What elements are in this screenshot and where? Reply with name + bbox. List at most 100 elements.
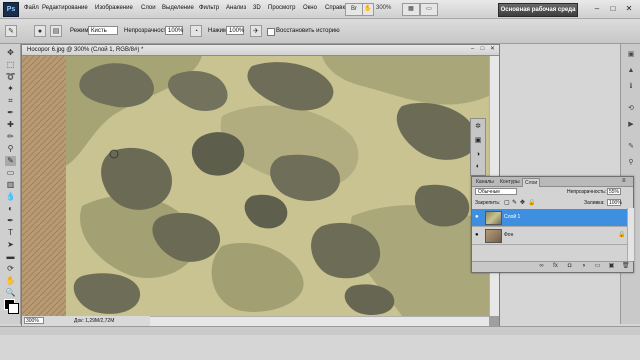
opacity-field[interactable]: 100% <box>165 26 183 35</box>
delete-layer-icon[interactable]: 🗑 <box>622 263 630 270</box>
layer-name[interactable]: Фон <box>504 232 513 238</box>
menu-filter[interactable]: Фильтр <box>199 5 219 11</box>
tab-layers[interactable]: Слои <box>522 178 541 187</box>
brightness-icon[interactable]: ✲ <box>474 123 482 131</box>
maximize-icon[interactable]: □ <box>606 3 620 15</box>
fill-field[interactable]: 100% <box>607 199 622 206</box>
minimize-icon[interactable]: – <box>590 3 604 15</box>
tab-channels[interactable]: Каналы <box>474 178 496 186</box>
toolbox: ✥ ⬚ ➰ ✦ ⌗ ✒ ✚ ✏ ⚲ ✎ ▭ ▥ 💧 ◐ ✒ T ➤ ▬ ⟳ ✋ … <box>0 44 21 324</box>
brush-tool-icon[interactable]: ✏ <box>5 132 16 142</box>
path-select-tool-icon[interactable]: ➤ <box>5 240 16 250</box>
marquee-tool-icon[interactable]: ⬚ <box>5 60 16 70</box>
3d-rotate-tool-icon[interactable]: ⟳ <box>5 264 16 274</box>
menu-edit[interactable]: Редактирование <box>42 5 88 11</box>
visibility-eye-icon[interactable]: ● <box>475 232 481 238</box>
visibility-eye-icon[interactable]: ● <box>475 214 481 220</box>
clone-source-icon[interactable]: ⚲ <box>626 158 636 168</box>
link-layers-icon[interactable]: ∞ <box>538 263 545 270</box>
layer-name[interactable]: Слой 1 <box>504 214 520 220</box>
eraser-tool-icon[interactable]: ▭ <box>5 168 16 178</box>
bottom-bar <box>0 326 640 335</box>
clone-stamp-tool-icon[interactable]: ⚲ <box>5 144 16 154</box>
close-icon[interactable]: ✕ <box>622 3 636 15</box>
history-brush-tool-icon[interactable]: ✎ <box>5 25 17 37</box>
layers-footer: ∞ fx ◘ ◑ ▭ ▣ 🗑 <box>472 261 633 272</box>
launch-bridge-button[interactable]: Br <box>345 3 363 16</box>
gradient-tool-icon[interactable]: ▥ <box>5 180 16 190</box>
actions-icon[interactable]: ▶ <box>626 120 636 130</box>
move-tool-icon[interactable]: ✥ <box>5 48 16 58</box>
zoom-tool-icon[interactable]: 🔍 <box>5 288 16 298</box>
layer-opacity-field[interactable]: 55% <box>607 188 621 195</box>
document-size-info[interactable]: Док: 1,29M/2,72M <box>74 316 114 326</box>
menu-window[interactable]: Окно <box>303 5 317 11</box>
adjustment-layer-icon[interactable]: ◑ <box>580 263 587 270</box>
panel-menu-icon[interactable]: ≡ <box>622 178 626 184</box>
tab-paths[interactable]: Контуры <box>498 178 522 186</box>
menu-view[interactable]: Просмотр <box>268 5 295 11</box>
status-bar: 300% Док: 1,29M/2,72M <box>22 316 150 326</box>
options-bar: ✎ ● ▤ Режим: Кисть Непрозрачность: 100% … <box>0 19 640 44</box>
doc-minimize-icon[interactable]: – <box>468 45 477 54</box>
mode-select[interactable]: Кисть <box>88 26 118 35</box>
blur-tool-icon[interactable]: 💧 <box>5 192 16 202</box>
dodge-tool-icon[interactable]: ◐ <box>5 204 16 214</box>
healing-brush-tool-icon[interactable]: ✚ <box>5 120 16 130</box>
info-icon[interactable]: ℹ <box>626 82 636 92</box>
screen-mode-icon[interactable]: ▭ <box>420 3 438 16</box>
airbrush-icon[interactable]: ✈ <box>250 25 262 37</box>
brush-preset-icon[interactable]: ● <box>34 25 46 37</box>
pen-tool-icon[interactable]: ✒ <box>5 216 16 226</box>
layer-thumbnail <box>485 211 502 225</box>
image-canvas[interactable] <box>22 56 489 316</box>
menu-layers[interactable]: Слои <box>141 5 156 11</box>
layers-scrollbar[interactable] <box>627 208 634 261</box>
new-layer-icon[interactable]: ▣ <box>608 263 615 270</box>
crop-tool-icon[interactable]: ⌗ <box>5 96 16 106</box>
arrange-documents-icon[interactable]: ▦ <box>402 3 420 16</box>
hand-view-icon[interactable]: ✋ <box>362 3 374 16</box>
menu-3d[interactable]: 3D <box>253 5 261 11</box>
lasso-tool-icon[interactable]: ➰ <box>5 72 16 82</box>
eyedropper-tool-icon[interactable]: ✒ <box>5 108 16 118</box>
lock-all-icon[interactable]: 🔒 <box>528 199 535 206</box>
brush-presets-icon[interactable]: ✎ <box>626 142 636 152</box>
layer-style-icon[interactable]: fx <box>552 263 559 270</box>
background-color-swatch[interactable] <box>8 303 19 314</box>
zoom-level[interactable]: 300% <box>376 5 391 11</box>
add-mask-icon[interactable]: ◘ <box>566 263 573 270</box>
doc-maximize-icon[interactable]: □ <box>478 45 487 54</box>
brush-panel-icon[interactable]: ▤ <box>50 25 62 37</box>
shape-tool-icon[interactable]: ▬ <box>5 252 16 262</box>
doc-close-icon[interactable]: ✕ <box>488 45 497 54</box>
type-tool-icon[interactable]: T <box>5 228 16 238</box>
quick-select-tool-icon[interactable]: ✦ <box>5 84 16 94</box>
layer-row-layer1[interactable]: ● Слой 1 <box>472 209 627 227</box>
lock-transparency-icon[interactable]: ▢ <box>504 199 510 206</box>
blend-mode-select[interactable]: Обычные <box>475 188 517 195</box>
new-group-icon[interactable]: ▭ <box>594 263 601 270</box>
status-zoom-field[interactable]: 300% <box>24 317 44 324</box>
menu-analysis[interactable]: Анализ <box>226 5 246 11</box>
lock-pixels-icon[interactable]: ✎ <box>512 199 517 206</box>
color-icon[interactable]: ◐ <box>474 163 482 171</box>
pressure-field[interactable]: 100% <box>226 26 244 35</box>
lock-position-icon[interactable]: ✥ <box>520 199 525 206</box>
layer-row-background[interactable]: ● Фон 🔒 <box>472 227 627 245</box>
document-window: Носорог 6.jpg @ 300% (Слой 1, RGB/8#) * … <box>21 44 500 328</box>
styles-icon[interactable]: ▣ <box>474 137 482 145</box>
document-tab[interactable]: Носорог 6.jpg @ 300% (Слой 1, RGB/8#) * … <box>22 45 499 56</box>
menu-file[interactable]: Файл <box>24 5 39 11</box>
masks-icon[interactable]: ◑ <box>474 151 482 159</box>
restore-history-checkbox[interactable] <box>267 28 275 36</box>
menu-image[interactable]: Изображение <box>95 5 133 11</box>
workspace-switcher[interactable]: Основная рабочая среда <box>498 3 578 17</box>
hand-tool-icon[interactable]: ✋ <box>5 276 16 286</box>
navigator-icon[interactable]: ▣ <box>626 50 636 60</box>
histogram-icon[interactable]: ▲ <box>626 66 636 76</box>
history-icon[interactable]: ⟲ <box>626 104 636 114</box>
pressure-opacity-icon[interactable]: ◔ <box>190 25 202 37</box>
menu-select[interactable]: Выделение <box>162 5 194 11</box>
history-brush-tool-icon[interactable]: ✎ <box>5 156 16 166</box>
